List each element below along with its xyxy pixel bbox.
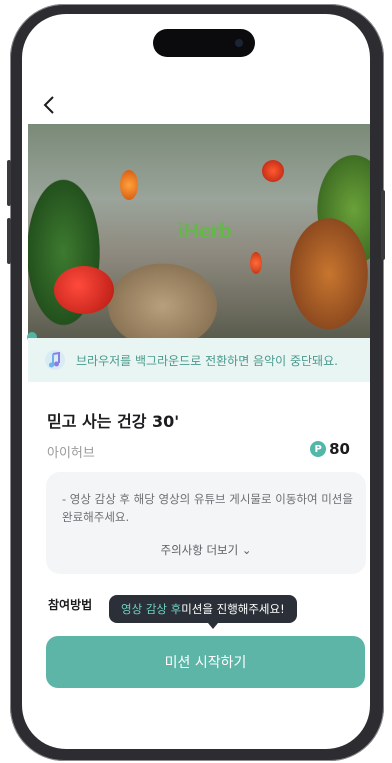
tooltip-highlight: 영상 감상 후 xyxy=(121,602,182,616)
caution-text: - 영상 감상 후 해당 영상의 유튜브 게시물로 이동하여 미션을 완료해주세… xyxy=(62,492,353,524)
method-label: 참여방법 xyxy=(48,598,93,612)
points-value: 80 xyxy=(329,440,350,458)
red-fish xyxy=(262,160,284,182)
chevron-left-icon xyxy=(43,96,54,114)
video-player[interactable]: iHerb xyxy=(28,124,370,338)
background-notice: 브라우저를 백그라운드로 전환하면 음악이 중단돼요. xyxy=(28,338,370,382)
small-fish xyxy=(250,252,262,274)
brand-watermark: iHerb xyxy=(178,220,232,243)
volume-down-button xyxy=(7,218,11,264)
power-button xyxy=(381,190,385,260)
notice-text: 브라우저를 백그라운드로 전환하면 음악이 중단돼요. xyxy=(76,353,338,368)
music-note-icon xyxy=(45,350,65,370)
orange-fish xyxy=(120,170,138,200)
dynamic-island xyxy=(153,29,255,57)
caution-more-button[interactable]: 주의사항 더보기 ⌄ xyxy=(46,542,366,558)
caution-box: - 영상 감상 후 해당 영상의 유튜브 게시물로 이동하여 미션을 완료해주세… xyxy=(46,472,366,574)
point-icon: P xyxy=(310,441,327,457)
mission-title: 믿고 사는 건강 30' xyxy=(47,412,180,431)
tooltip-arrow xyxy=(208,623,218,629)
back-button[interactable] xyxy=(36,92,62,118)
start-mission-button[interactable]: 미션 시작하기 xyxy=(46,636,365,688)
app-screen: iHerb 브라우저를 백그라운드로 전환하면 음악이 중단돼요. 믿고 사는 … xyxy=(22,14,370,749)
tooltip-text: 미션을 진행해주세요! xyxy=(181,602,285,616)
brand-name: 아이허브 xyxy=(47,446,95,461)
camera-icon xyxy=(235,39,243,47)
clownfish xyxy=(54,266,114,314)
points-display: P 80 xyxy=(310,440,350,458)
mission-tooltip: 영상 감상 후 미션을 진행해주세요! xyxy=(109,595,297,623)
volume-up-button xyxy=(7,160,11,206)
